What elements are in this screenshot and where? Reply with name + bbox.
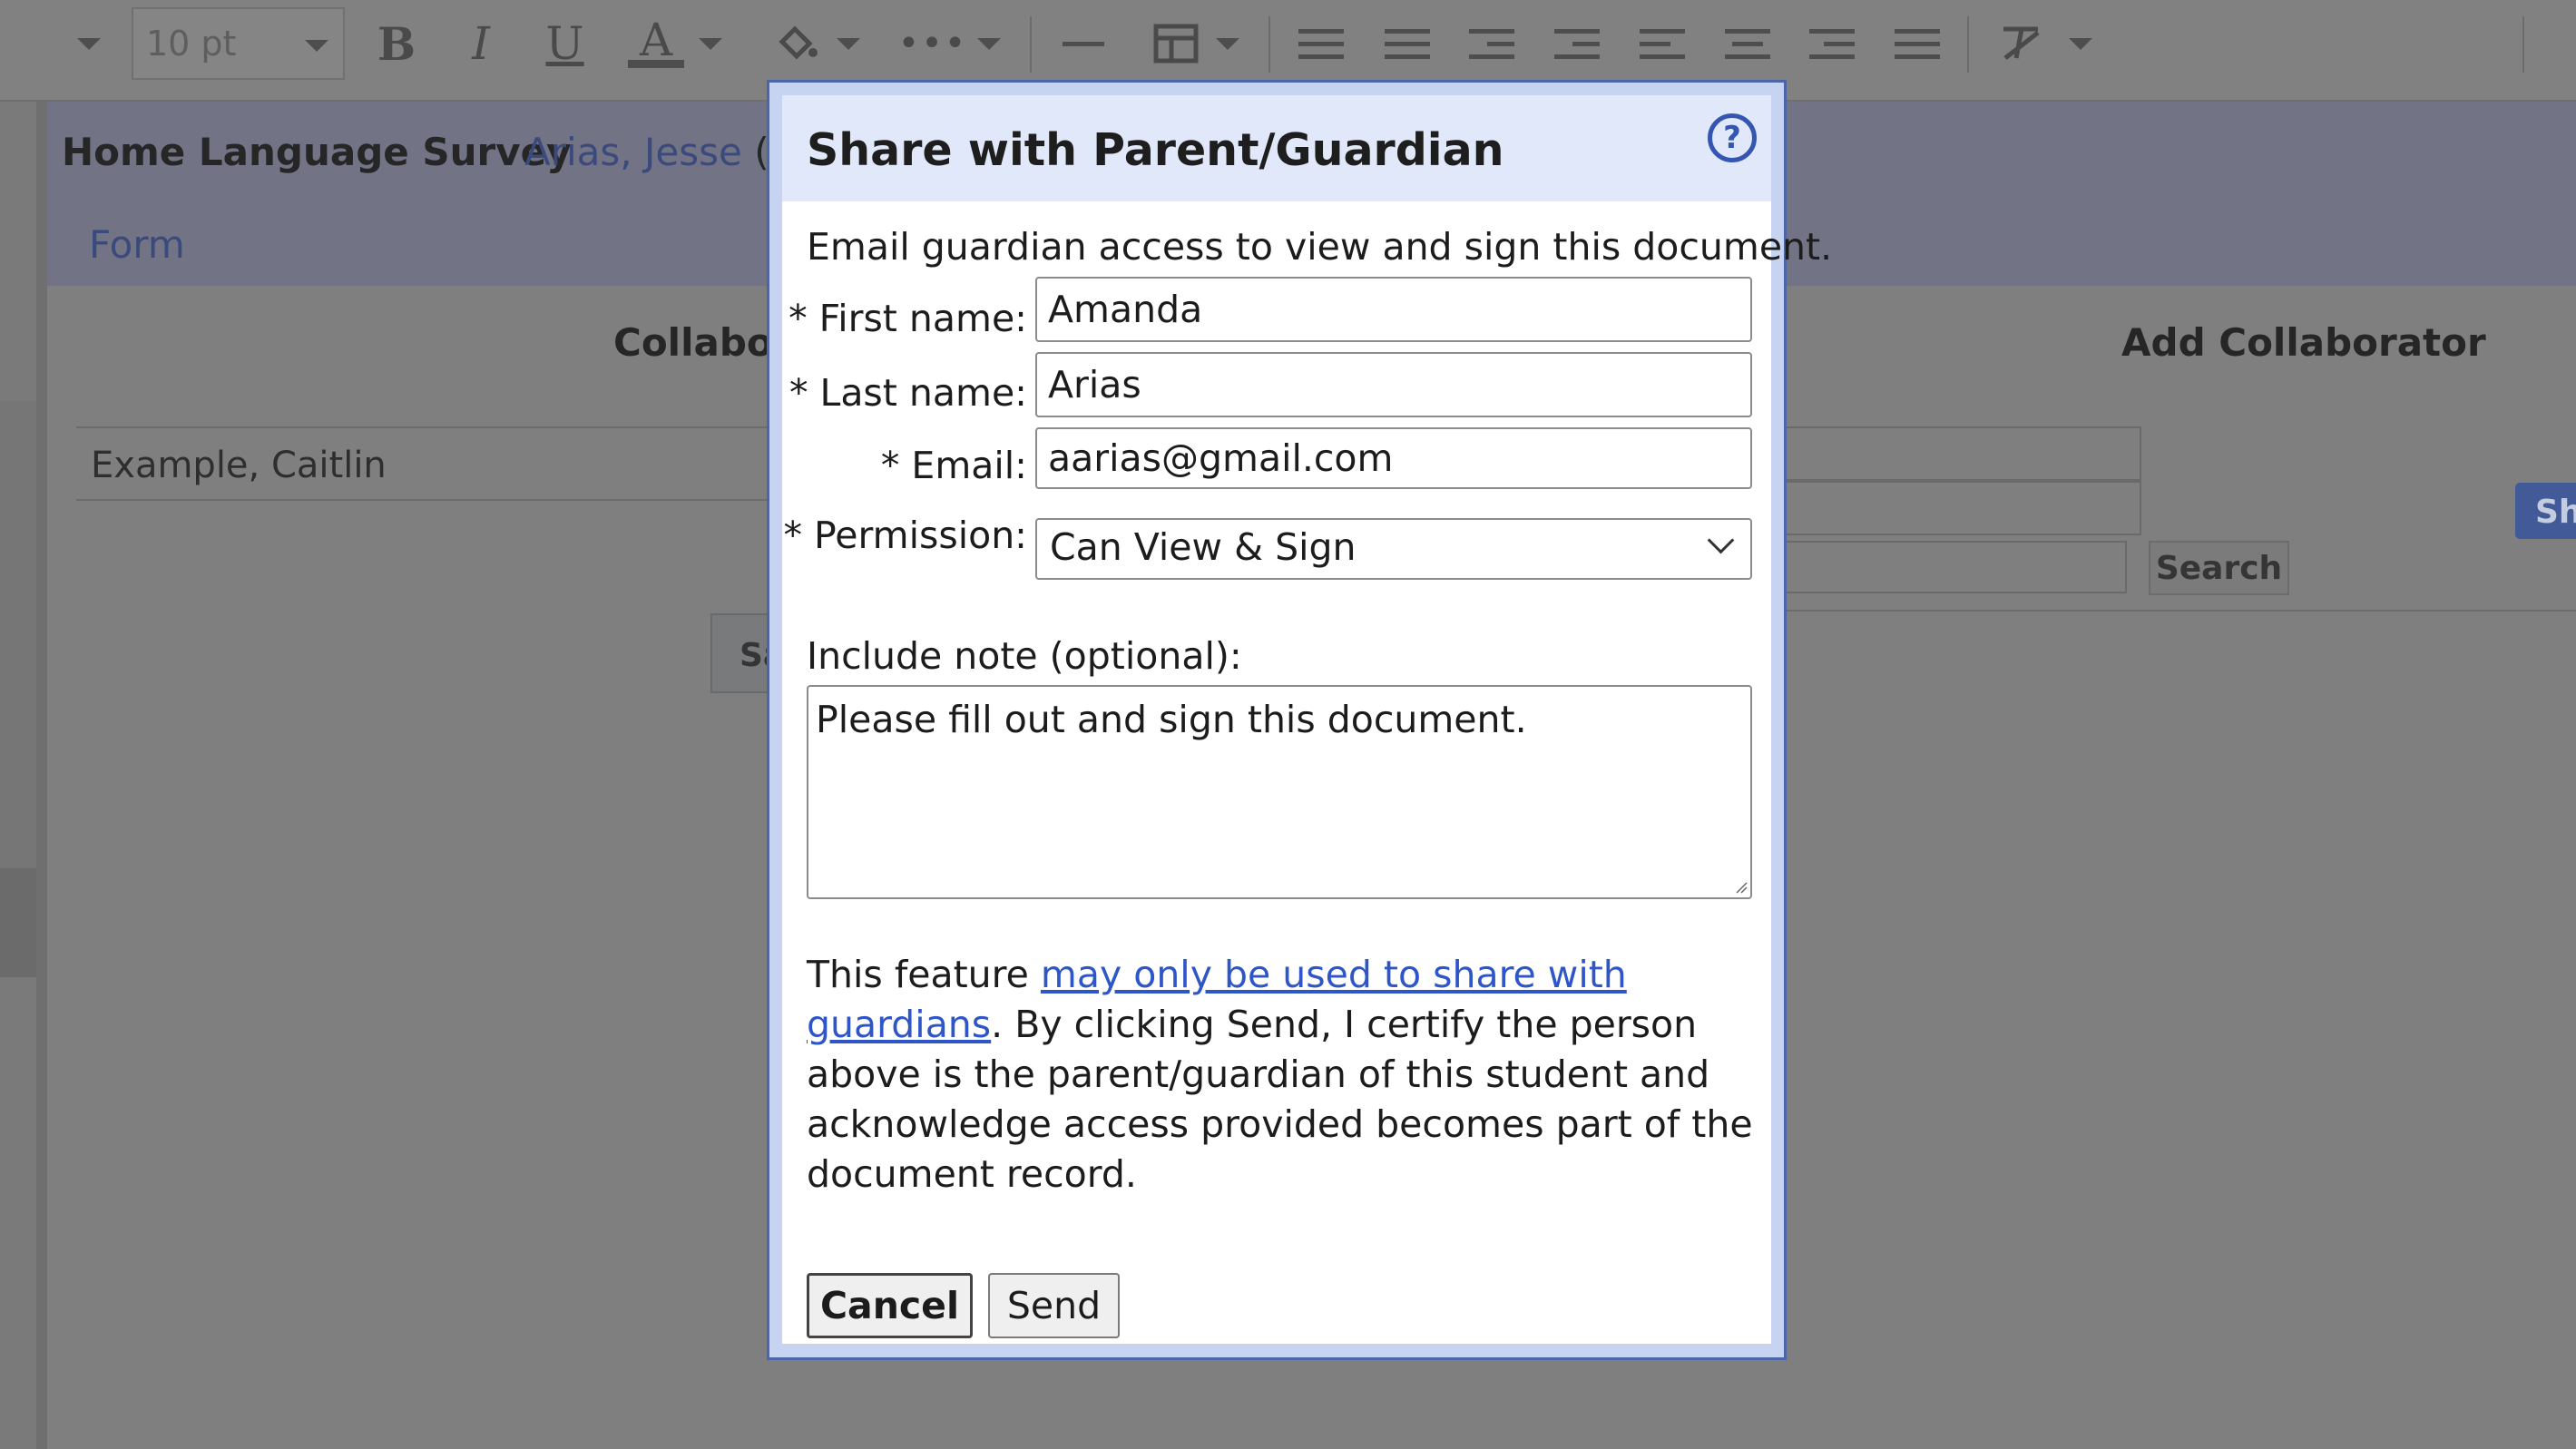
chevron-down-icon	[1707, 526, 1735, 554]
share-button[interactable]: Sha	[2515, 483, 2576, 539]
cancel-button[interactable]: Cancel	[807, 1273, 973, 1338]
underline-icon[interactable]: U	[540, 16, 590, 71]
bold-icon[interactable]: B	[374, 16, 419, 71]
help-icon[interactable]: ?	[1708, 113, 1757, 162]
last-name-field[interactable]	[1035, 352, 1752, 417]
permission-label: * Permission:	[783, 514, 1027, 557]
more-caret[interactable]	[975, 16, 1003, 71]
text-color-icon[interactable]: A	[624, 16, 688, 71]
resize-grip-icon[interactable]	[1735, 881, 1748, 894]
disclaimer-prefix: This feature	[807, 953, 1041, 996]
share-dialog-body: Share with Parent/Guardian ? Email guard…	[782, 95, 1832, 1344]
outdent-icon[interactable]	[1553, 16, 1601, 71]
permission-select[interactable]: Can View & Sign	[1035, 518, 1752, 580]
font-size-select[interactable]: 10 pt	[132, 7, 345, 80]
disclaimer-text: This feature may only be used to share w…	[807, 950, 1759, 1199]
divider	[1778, 610, 2576, 612]
send-button[interactable]: Send	[988, 1273, 1120, 1338]
collaborator-search-input[interactable]	[1778, 541, 2127, 593]
left-divider	[36, 102, 47, 1449]
collaborator-row[interactable]: Example, Caitlin	[76, 426, 784, 501]
add-collaborator-field-1[interactable]	[1778, 426, 2141, 481]
clear-formatting-caret[interactable]	[2067, 16, 2094, 71]
first-name-field[interactable]	[1035, 277, 1752, 342]
last-name-label: * Last name:	[788, 371, 1027, 415]
search-button[interactable]: Search	[2149, 541, 2289, 595]
align-left-icon[interactable]	[1639, 16, 1686, 71]
table-caret[interactable]	[1214, 16, 1241, 71]
font-size-value: 10 pt	[146, 24, 237, 64]
horizontal-rule-icon[interactable]	[1062, 16, 1105, 71]
add-collaborator-heading: Add Collaborator	[2121, 320, 2486, 365]
indent-icon[interactable]	[1468, 16, 1515, 71]
align-center-icon[interactable]	[1724, 16, 1771, 71]
fill-color-caret[interactable]	[835, 16, 862, 71]
table-icon[interactable]	[1151, 16, 1200, 71]
italic-icon[interactable]: I	[458, 16, 504, 71]
first-name-label: * First name:	[788, 297, 1027, 340]
font-family-dropdown-caret[interactable]	[71, 16, 107, 71]
more-icon[interactable]: •••	[898, 16, 966, 71]
permission-value: Can View & Sign	[1050, 525, 1357, 569]
align-right-icon[interactable]	[1808, 16, 1856, 71]
note-textarea[interactable]: Please fill out and sign this document.	[807, 685, 1752, 899]
clear-formatting-icon[interactable]	[1996, 16, 2047, 71]
share-dialog: Share with Parent/Guardian ? Email guard…	[767, 80, 1832, 1360]
left-sidebar-strip	[0, 102, 36, 1449]
student-name[interactable]: Arias, Jesse	[524, 130, 742, 174]
justify-icon[interactable]	[1894, 16, 1941, 71]
document-title: Home Language Survey	[62, 130, 572, 174]
email-label: * Email:	[880, 444, 1027, 487]
add-collaborator-field-2[interactable]	[1778, 481, 2141, 535]
collaborators-heading: Collabor	[613, 320, 792, 365]
fill-color-icon[interactable]	[771, 16, 821, 71]
ordered-list-icon[interactable]	[1298, 16, 1345, 71]
note-label: Include note (optional):	[807, 634, 1242, 678]
bullet-list-icon[interactable]	[1384, 16, 1431, 71]
dialog-intro-text: Email guardian access to view and sign t…	[807, 225, 1833, 269]
text-color-caret[interactable]	[697, 16, 724, 71]
tab-form[interactable]: Form	[89, 222, 185, 267]
email-field[interactable]	[1035, 427, 1752, 489]
dialog-title: Share with Parent/Guardian	[807, 124, 1504, 176]
dialog-header: Share with Parent/Guardian ?	[782, 95, 1771, 201]
